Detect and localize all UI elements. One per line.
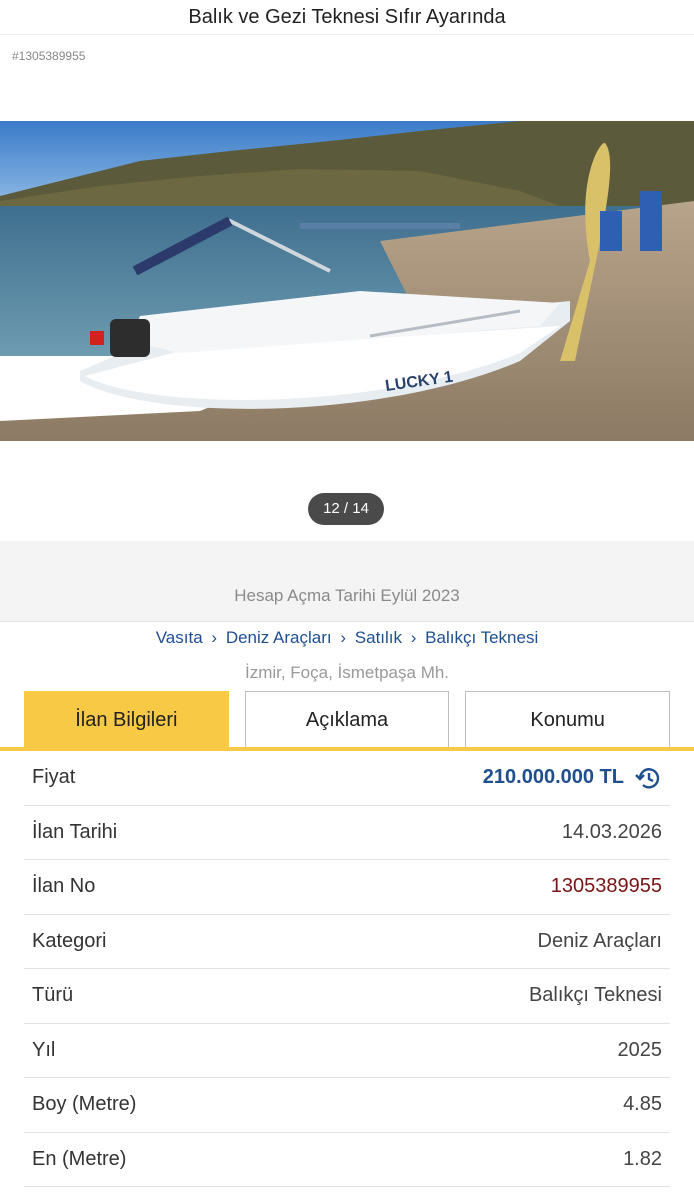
listing-number-value: 1305389955 <box>550 875 662 898</box>
detail-value: 2025 <box>617 1038 663 1061</box>
boat-photo-image: LUCKY 1 <box>0 121 694 441</box>
detail-label: İlan No <box>32 875 96 898</box>
detail-row-yil: Yıl 2025 <box>24 1024 670 1078</box>
detail-value: 14.03.2026 <box>561 820 662 843</box>
tab-bar: İlan Bilgileri Açıklama Konumu <box>0 691 694 747</box>
location-text: İzmir, Foça, İsmetpaşa Mh. <box>244 663 450 682</box>
detail-label: Türü <box>32 984 74 1007</box>
photo-counter: 12 / 14 <box>308 493 384 525</box>
detail-label: Kategori <box>32 929 107 952</box>
detail-row-ilan-tarihi: İlan Tarihi 14.03.2026 <box>24 806 670 860</box>
detail-label: Fiyat <box>32 766 76 789</box>
detail-value: Deniz Araçları <box>537 929 663 952</box>
detail-row-boy: Boy (Metre) 4.85 <box>24 1078 670 1133</box>
detail-label: Yıl <box>32 1038 56 1061</box>
account-open-date: Hesap Açma Tarihi Eylül 2023 <box>0 541 694 621</box>
breadcrumb-separator: › <box>211 628 218 647</box>
breadcrumb: Vasıta › Deniz Araçları › Satılık › Balı… <box>0 621 694 655</box>
detail-label: Boy (Metre) <box>32 1093 137 1116</box>
breadcrumb-separator: › <box>340 628 347 647</box>
tab-aciklama[interactable]: Açıklama <box>244 691 450 747</box>
detail-row-price: Fiyat 210.000.000 TL <box>24 751 670 806</box>
breadcrumb-separator: › <box>410 628 417 647</box>
breadcrumb-item-deniz-araclari[interactable]: Deniz Araçları <box>226 628 332 647</box>
page-title: Balık ve Gezi Teknesi Sıfır Ayarında <box>0 0 694 35</box>
details-table: Fiyat 210.000.000 TL İlan Tarihi 14.03.2… <box>24 751 670 1187</box>
price-value: 210.000.000 TL <box>482 766 624 789</box>
detail-label: İlan Tarihi <box>32 820 118 843</box>
listing-photo[interactable]: LUCKY 1 <box>0 121 694 441</box>
detail-value: 4.85 <box>623 1093 662 1116</box>
breadcrumb-item-vasita[interactable]: Vasıta <box>156 628 203 647</box>
listing-reference: #1305389955 <box>12 49 86 63</box>
detail-value: Balıkçı Teknesi <box>528 984 662 1007</box>
detail-value: 1.82 <box>623 1147 662 1170</box>
breadcrumb-item-satilik[interactable]: Satılık <box>355 628 402 647</box>
breadcrumb-item-balikci-teknesi[interactable]: Balıkçı Teknesi <box>425 628 538 647</box>
price-history-icon[interactable] <box>634 764 662 792</box>
detail-row-kategori: Kategori Deniz Araçları <box>24 915 670 969</box>
detail-row-turu: Türü Balıkçı Teknesi <box>24 969 670 1024</box>
tab-ilan-bilgileri[interactable]: İlan Bilgileri <box>24 691 229 747</box>
detail-row-ilan-no: İlan No 1305389955 <box>24 860 670 915</box>
detail-label: En (Metre) <box>32 1147 127 1170</box>
detail-row-en: En (Metre) 1.82 <box>24 1133 670 1187</box>
tab-konumu[interactable]: Konumu <box>465 691 671 747</box>
